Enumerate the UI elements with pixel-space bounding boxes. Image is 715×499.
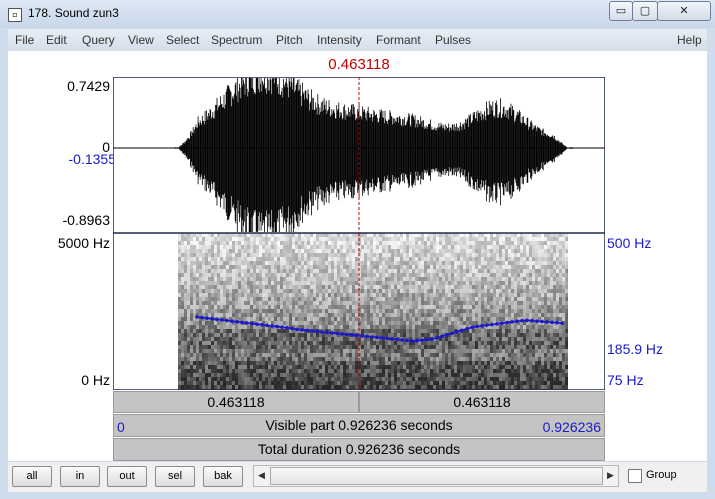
zoom-out-button[interactable]: out bbox=[107, 466, 147, 487]
spectrogram-panel[interactable] bbox=[113, 233, 605, 390]
scroll-left-icon[interactable]: ◀ bbox=[254, 466, 269, 486]
menu-file[interactable]: File bbox=[15, 33, 34, 47]
pitch-cursor-label: 185.9 Hz bbox=[607, 341, 664, 357]
time-bar-right[interactable]: 0.463118 bbox=[359, 391, 605, 413]
pitch-bottom-label: 75 Hz bbox=[607, 372, 644, 388]
maximize-button[interactable]: ▢ bbox=[632, 1, 658, 21]
window-icon: ▫ bbox=[8, 8, 22, 22]
zoom-selection-button[interactable]: sel bbox=[155, 466, 195, 487]
group-label: Group bbox=[646, 469, 677, 481]
all-button[interactable]: all bbox=[12, 466, 52, 487]
window-title: 178. Sound zun3 bbox=[28, 6, 119, 20]
menu-view[interactable]: View bbox=[128, 33, 154, 47]
visible-end-time: 0.926236 bbox=[542, 419, 601, 435]
waveform-min-label: -0.8963 bbox=[62, 212, 110, 228]
group-checkbox[interactable] bbox=[628, 469, 642, 483]
waveform-max-label: 0.7429 bbox=[67, 78, 110, 94]
total-duration-bar[interactable]: Total duration 0.926236 seconds bbox=[113, 438, 605, 461]
waveform-panel[interactable] bbox=[113, 77, 605, 233]
pitch-top-label: 500 Hz bbox=[607, 235, 652, 251]
menu-edit[interactable]: Edit bbox=[46, 33, 67, 47]
close-button[interactable]: ✕ bbox=[657, 1, 711, 21]
menu-pitch[interactable]: Pitch bbox=[276, 33, 303, 47]
cursor-time-label: 0.463118 bbox=[328, 56, 390, 73]
zoom-in-button[interactable]: in bbox=[60, 466, 100, 487]
menu-spectrum[interactable]: Spectrum bbox=[211, 33, 262, 47]
menu-intensity[interactable]: Intensity bbox=[317, 33, 362, 47]
visible-start-time: 0 bbox=[117, 419, 125, 435]
scrollbar-thumb[interactable] bbox=[270, 467, 603, 485]
horizontal-scrollbar[interactable]: ◀ ▶ bbox=[253, 465, 619, 487]
visible-part-text: Visible part 0.926236 seconds bbox=[265, 417, 453, 433]
praat-sound-window: ▫ 178. Sound zun3 ▭ ▢ ✕ File Edit Query … bbox=[0, 0, 715, 499]
zoom-back-button[interactable]: bak bbox=[203, 466, 243, 487]
spectrogram-bottom-frequency-label: 0 Hz bbox=[81, 372, 110, 388]
minimize-button[interactable]: ▭ bbox=[609, 1, 633, 21]
menu-formant[interactable]: Formant bbox=[376, 33, 421, 47]
menu-select[interactable]: Select bbox=[166, 33, 199, 47]
menu-help[interactable]: Help bbox=[677, 33, 702, 47]
waveform-cursor-value-label: -0.1355 bbox=[68, 151, 116, 167]
menu-bar: File Edit Query View Select Spectrum Pit… bbox=[8, 29, 707, 52]
scroll-right-icon[interactable]: ▶ bbox=[603, 466, 618, 486]
visible-part-bar[interactable]: 0 Visible part 0.926236 seconds 0.926236 bbox=[113, 414, 605, 437]
spectrogram-top-frequency-label: 5000 Hz bbox=[57, 235, 110, 251]
menu-pulses[interactable]: Pulses bbox=[435, 33, 471, 47]
time-bar-left[interactable]: 0.463118 bbox=[113, 391, 359, 413]
title-bar[interactable]: ▫ 178. Sound zun3 ▭ ▢ ✕ bbox=[0, 0, 715, 28]
menu-query[interactable]: Query bbox=[82, 33, 115, 47]
